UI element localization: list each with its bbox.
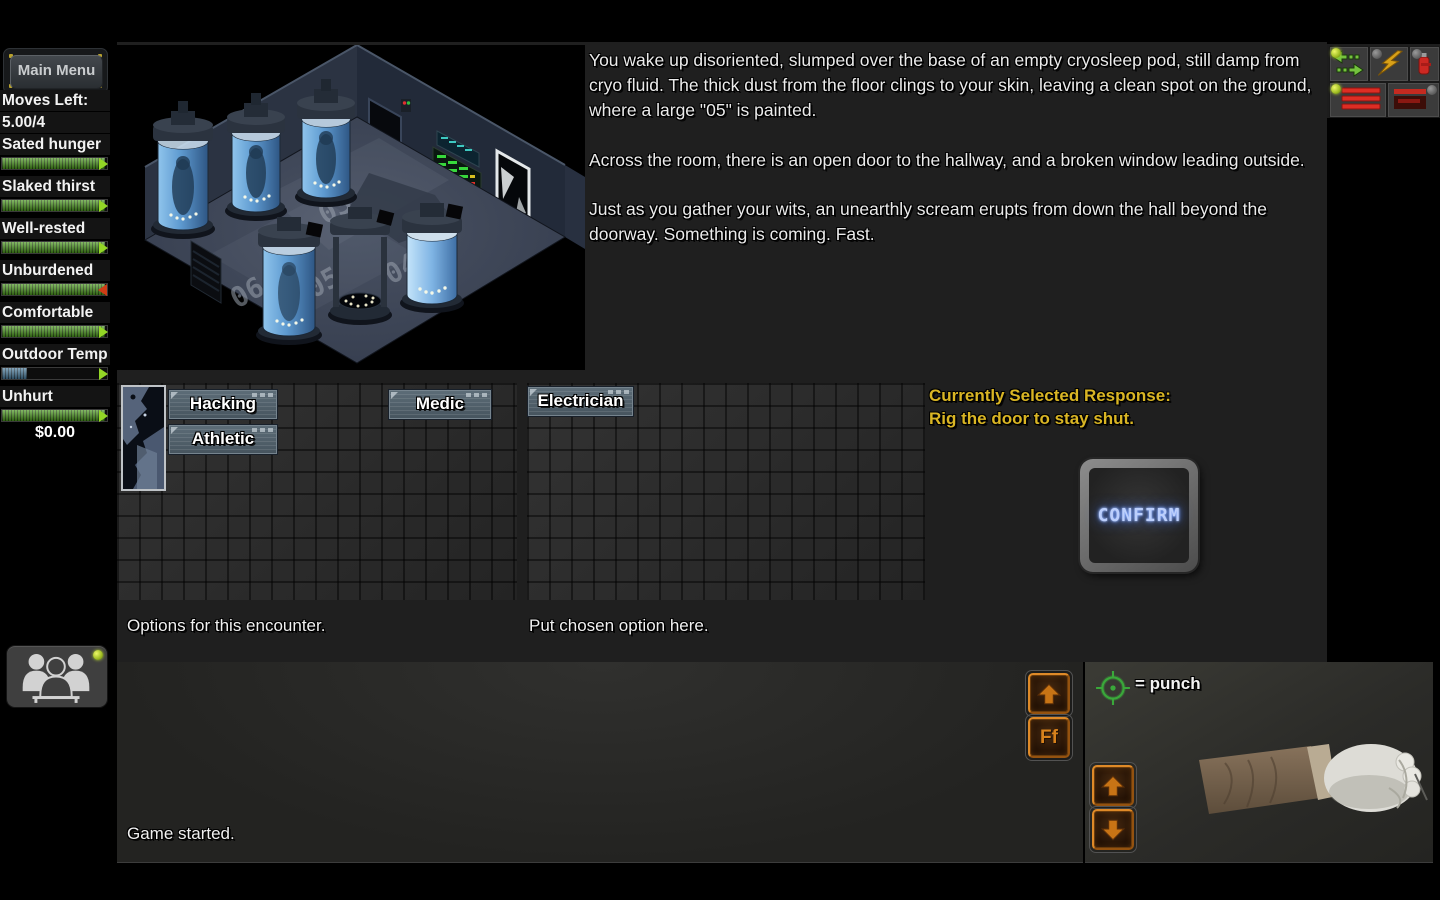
skill-tile-medic[interactable]: Medic xyxy=(388,389,492,420)
stat-bar-rest xyxy=(1,241,108,254)
game-screen: 03 04 05 06 xyxy=(0,0,1440,900)
attack-scroll-down-button[interactable] xyxy=(1092,809,1134,850)
cryo-pod-4 xyxy=(256,217,323,345)
status-dot-grey xyxy=(1372,49,1382,59)
trend-arrow-icon xyxy=(99,200,108,212)
down-arrow-icon xyxy=(1100,817,1126,843)
encounter-card[interactable] xyxy=(121,385,166,491)
status-dot-green xyxy=(1331,84,1341,94)
selected-response-heading: Currently Selected Response: xyxy=(929,385,1324,408)
narrative-paragraph: Just as you gather your wits, an unearth… xyxy=(589,197,1327,247)
status-dot-grey xyxy=(1427,85,1437,95)
up-arrow-icon xyxy=(1036,681,1062,707)
cryo-pod-6 xyxy=(400,203,464,313)
fast-forward-button[interactable]: Ff xyxy=(1028,717,1070,758)
stat-label-temp: Outdoor Temp xyxy=(0,344,110,365)
confirm-label: CONFIRM xyxy=(1098,505,1181,526)
selected-response: Currently Selected Response: Rig the doo… xyxy=(929,385,1324,431)
message-log-panel[interactable]: Game started. Ff xyxy=(117,662,1083,863)
skill-tile-electrician[interactable]: Electrician xyxy=(527,386,634,417)
attack-equals-label: = punch xyxy=(1135,674,1201,694)
status-dot-green xyxy=(1331,48,1341,58)
trend-arrow-icon xyxy=(99,242,108,254)
stat-label-hurt: Unhurt xyxy=(0,386,110,407)
attack-panel: = punch xyxy=(1085,662,1433,863)
cryo-pod-1 xyxy=(151,101,215,239)
skill-tile-hacking[interactable]: Hacking xyxy=(168,389,278,420)
trend-arrow-icon xyxy=(98,284,107,296)
chosen-grid-label: Put chosen option here. xyxy=(529,616,709,636)
punch-fist-image xyxy=(1193,730,1428,828)
fast-forward-label: Ff xyxy=(1040,727,1058,749)
selected-response-text: Rig the door to stay shut. xyxy=(929,408,1324,431)
scene-view: 03 04 05 06 xyxy=(117,45,585,370)
main-menu-plate: Main Menu xyxy=(3,48,108,94)
crew-button[interactable] xyxy=(6,645,108,708)
stat-bar-burden xyxy=(1,283,108,296)
trend-arrow-icon xyxy=(99,158,108,170)
cryo-pod-2 xyxy=(225,93,287,221)
stat-bar-temp xyxy=(1,367,108,380)
money-value: $0.00 xyxy=(0,424,110,442)
status-sidebar: Main Menu Moves Left: 5.00/4 Sated hunge… xyxy=(0,44,110,664)
stat-label-comfort: Comfortable xyxy=(0,302,110,323)
camp-menu-button[interactable] xyxy=(1329,82,1387,118)
confirm-button-face: CONFIRM xyxy=(1089,468,1189,563)
trend-arrow-icon xyxy=(99,326,108,338)
stat-bar-comfort xyxy=(1,325,108,338)
log-line: Game started. xyxy=(127,824,235,844)
three-people-icon xyxy=(7,646,105,705)
moves-left-value: 5.00/4 xyxy=(0,112,110,133)
stack-menu-button[interactable] xyxy=(1387,82,1440,118)
log-scroll-up-button[interactable] xyxy=(1028,673,1070,714)
stat-label-burden: Unburdened xyxy=(0,260,110,281)
top-right-toolbar xyxy=(1327,44,1440,118)
encounter-narrative: You wake up disoriented, slumped over th… xyxy=(589,48,1327,272)
stat-bar-hurt xyxy=(1,409,108,422)
options-grid-label: Options for this encounter. xyxy=(127,616,325,636)
attack-down-slot xyxy=(1089,806,1137,853)
narrative-paragraph: Across the room, there is an open door t… xyxy=(589,148,1327,173)
night-scene-card-art xyxy=(123,387,164,489)
stat-bar-hunger xyxy=(1,157,108,170)
narrative-paragraph: You wake up disoriented, slumped over th… xyxy=(589,48,1327,123)
skill-tile-athletic[interactable]: Athletic xyxy=(168,424,278,455)
trend-arrow-icon xyxy=(99,410,108,422)
cryo-pod-3 xyxy=(295,79,357,207)
fast-forward-slot: Ff xyxy=(1025,714,1073,761)
wall-indicator-light xyxy=(401,99,411,112)
stat-label-hunger: Sated hunger xyxy=(0,134,110,155)
attack-mode-button[interactable] xyxy=(1369,46,1409,82)
exchange-mode-button[interactable] xyxy=(1329,46,1369,82)
moves-left-label: Moves Left: xyxy=(0,90,110,111)
stat-bar-thirst xyxy=(1,199,108,212)
status-dot-green xyxy=(93,650,103,660)
cryo-room-illustration: 03 04 05 06 xyxy=(117,45,585,370)
extinguisher-button[interactable] xyxy=(1409,46,1440,82)
attack-scroll-up-button[interactable] xyxy=(1092,765,1134,806)
status-dot-grey xyxy=(1412,49,1422,59)
main-menu-button[interactable]: Main Menu xyxy=(10,55,103,89)
trend-arrow-icon xyxy=(99,368,108,380)
attack-up-slot xyxy=(1089,762,1137,809)
up-arrow-icon xyxy=(1100,773,1126,799)
confirm-button[interactable]: CONFIRM xyxy=(1080,459,1198,572)
scroll-up-slot xyxy=(1025,670,1073,717)
stat-label-rest: Well-rested xyxy=(0,218,110,239)
stat-label-thirst: Slaked thirst xyxy=(0,176,110,197)
targeting-reticle-icon xyxy=(1095,670,1131,706)
